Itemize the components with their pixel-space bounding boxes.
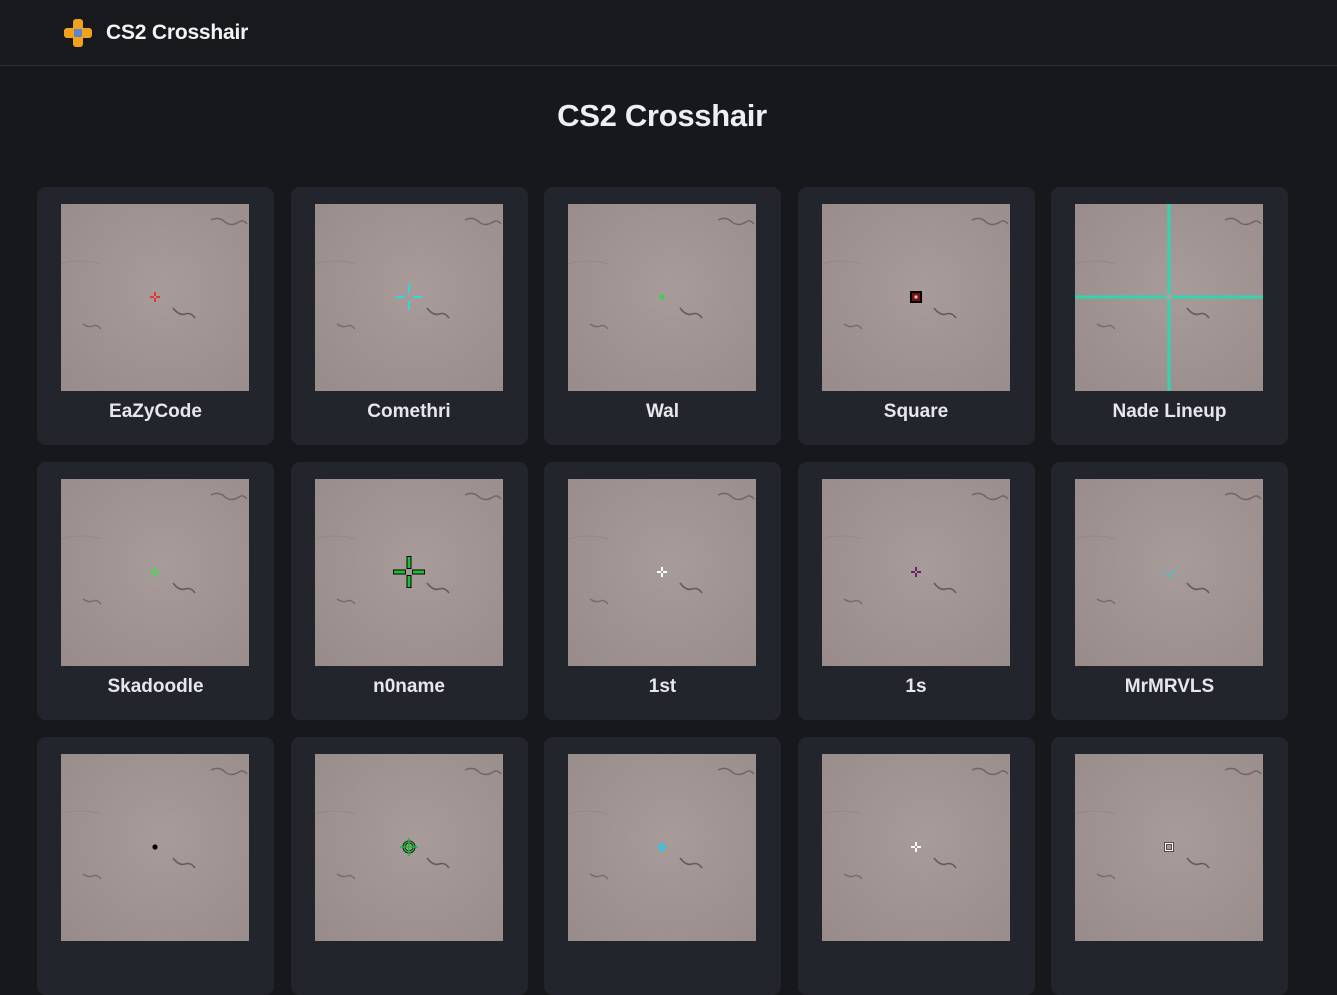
crosshair-preview xyxy=(1075,204,1263,391)
crosshair-preview xyxy=(821,204,1010,391)
crosshair-card-1st[interactable]: 1st xyxy=(544,462,781,720)
crosshair-card-1s[interactable]: 1s xyxy=(797,462,1035,720)
crosshair-preview xyxy=(821,754,1010,941)
crosshair-card-item-15[interactable] xyxy=(1051,737,1288,995)
crosshair-preview xyxy=(61,204,249,391)
crosshair-mark xyxy=(909,291,922,303)
crosshair-mark xyxy=(152,844,158,850)
crosshair-card-n0name[interactable]: n0name xyxy=(290,462,528,720)
crosshair-preview xyxy=(314,479,503,666)
crosshair-card-mrmrvls[interactable]: MrMRVLS xyxy=(1051,462,1288,720)
crosshair-preview xyxy=(568,204,756,391)
crosshair-name: EaZyCode xyxy=(109,401,202,422)
crosshair-preview xyxy=(821,479,1010,666)
crosshair-name: n0name xyxy=(373,676,445,697)
crosshair-preview xyxy=(314,204,503,391)
crosshair-card-comethri[interactable]: Comethri xyxy=(290,187,528,445)
crosshair-preview xyxy=(314,754,503,941)
crosshair-card-wal[interactable]: Wal xyxy=(544,187,781,445)
crosshair-preview xyxy=(61,754,249,941)
page-title: CS2 Crosshair xyxy=(557,98,767,133)
crosshair-name: Wal xyxy=(645,401,680,422)
crosshair-card-skadoodle[interactable]: Skadoodle xyxy=(37,462,274,720)
crosshair-name: 1st xyxy=(648,676,677,697)
crosshair-preview xyxy=(568,754,756,941)
crosshair-name: 1s xyxy=(905,676,927,697)
crosshair-preview xyxy=(61,479,249,666)
top-navbar: CS2 Crosshair xyxy=(0,0,1337,66)
crosshair-card-item-14[interactable] xyxy=(797,737,1035,995)
crosshair-logo-icon xyxy=(64,19,92,47)
crosshair-name: Nade Lineup xyxy=(1112,401,1227,422)
crosshair-preview xyxy=(1075,479,1263,666)
crosshair-card-item-12[interactable] xyxy=(290,737,528,995)
crosshair-card-square[interactable]: Square xyxy=(797,187,1035,445)
crosshair-card-eazycode[interactable]: EaZyCode xyxy=(37,187,274,445)
crosshair-card-item-13[interactable] xyxy=(544,737,781,995)
brand-name: CS2 Crosshair xyxy=(106,21,249,44)
crosshair-mark xyxy=(659,294,665,300)
brand-link[interactable]: CS2 Crosshair xyxy=(62,16,248,50)
crosshair-preview xyxy=(1075,754,1263,941)
crosshair-name: Square xyxy=(883,401,949,422)
crosshair-grid: EaZyCode Comethri Wal Square Nade Lineup Skad… xyxy=(37,187,1288,995)
crosshair-card-nade-lineup[interactable]: Nade Lineup xyxy=(1051,187,1288,445)
crosshair-name: MrMRVLS xyxy=(1124,676,1215,697)
crosshair-name: Comethri xyxy=(367,401,451,422)
crosshair-preview xyxy=(568,479,756,666)
crosshair-name: Skadoodle xyxy=(107,676,204,697)
crosshair-card-item-11[interactable] xyxy=(37,737,274,995)
